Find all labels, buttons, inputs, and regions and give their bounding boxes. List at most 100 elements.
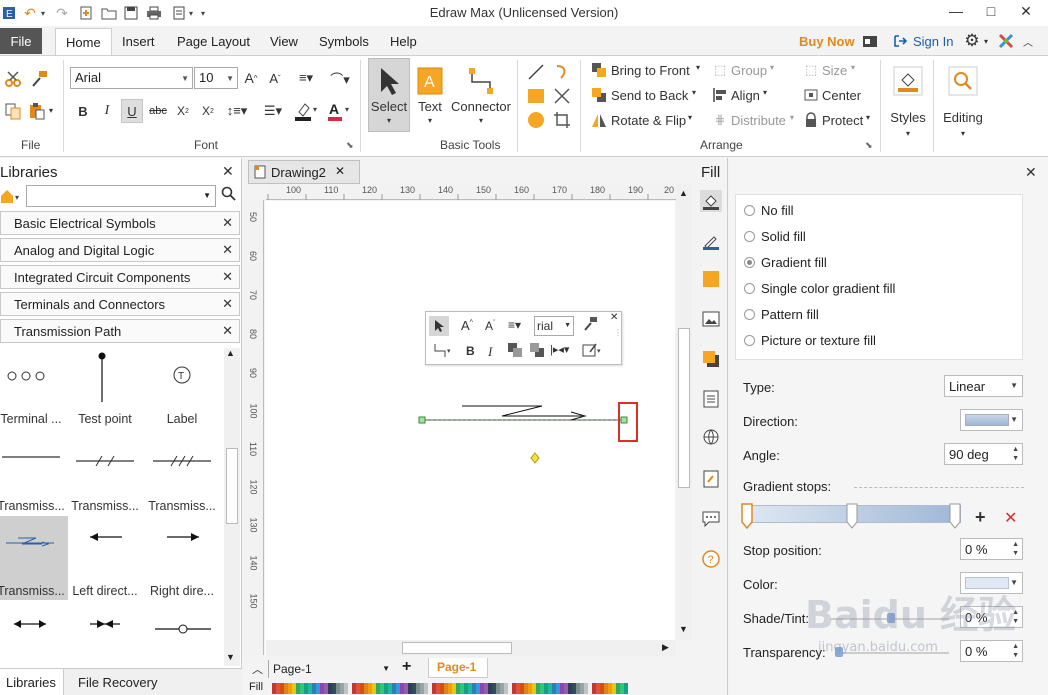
spin-arrows-icon[interactable]: ▲ ▼ bbox=[1012, 445, 1019, 463]
control-point-handle[interactable] bbox=[530, 452, 540, 464]
close-mini-toolbar-icon[interactable]: ✕ bbox=[610, 312, 618, 323]
shape-test-point[interactable]: Test point bbox=[68, 348, 142, 434]
arc-tool-icon[interactable] bbox=[552, 62, 572, 82]
transparency-input[interactable]: 0 % ▲ ▼ bbox=[960, 640, 1023, 662]
scroll-right-icon[interactable]: ▶ bbox=[662, 642, 669, 653]
close-window-button[interactable]: ✕ bbox=[1008, 0, 1044, 22]
tab-libraries[interactable]: Libraries bbox=[6, 675, 56, 690]
font-size-select[interactable]: 10 ▼ bbox=[194, 67, 238, 89]
minimize-button[interactable]: — bbox=[938, 0, 974, 22]
gradient-stop-handle-middle[interactable] bbox=[846, 503, 858, 532]
cut-icon[interactable] bbox=[2, 68, 24, 90]
tab-page-layout[interactable]: Page Layout bbox=[177, 34, 250, 49]
protect-dropdown-icon[interactable]: ▾ bbox=[866, 113, 870, 122]
radio-single-color-gradient[interactable]: Single color gradient fill bbox=[744, 281, 895, 296]
rotate-flip-button[interactable]: Rotate & Flip bbox=[611, 113, 686, 128]
spin-arrows-icon[interactable]: ▲ ▼ bbox=[1012, 642, 1019, 660]
remove-stop-icon[interactable]: ✕ bbox=[1004, 508, 1017, 528]
align-icon[interactable] bbox=[711, 86, 729, 104]
crop-tool-icon[interactable] bbox=[552, 110, 572, 130]
file-menu-tab[interactable]: File bbox=[0, 28, 42, 54]
sign-in-icon[interactable] bbox=[891, 33, 909, 49]
superscript-icon[interactable]: X2 bbox=[198, 101, 218, 121]
scroll-up-icon[interactable]: ▲ bbox=[226, 348, 235, 358]
document-tab[interactable]: Drawing2 ✕ bbox=[248, 160, 360, 184]
vertical-scroll-thumb[interactable] bbox=[678, 328, 690, 488]
distribute-dropdown-icon[interactable]: ▾ bbox=[790, 113, 794, 122]
format-painter-icon[interactable] bbox=[28, 68, 50, 90]
size-dropdown-icon[interactable]: ▾ bbox=[851, 63, 855, 72]
center-icon[interactable] bbox=[802, 86, 820, 104]
tab-view[interactable]: View bbox=[270, 34, 298, 49]
close-fill-panel-icon[interactable]: ✕ bbox=[1025, 164, 1037, 181]
mini-font-select[interactable]: rial ▼ bbox=[534, 316, 574, 336]
mini-italic-icon[interactable]: I bbox=[488, 344, 492, 360]
font-dialog-launcher-icon[interactable]: ⬊ bbox=[346, 140, 354, 151]
center-button[interactable]: Center bbox=[822, 88, 861, 103]
drawing-canvas[interactable] bbox=[265, 201, 675, 655]
tab-symbols[interactable]: Symbols bbox=[319, 34, 369, 49]
shrink-font-icon[interactable]: Aˇ bbox=[266, 68, 284, 88]
direction-select[interactable]: ▼ bbox=[960, 409, 1023, 431]
shadow-panel-icon[interactable] bbox=[700, 348, 722, 370]
group-button[interactable]: Group bbox=[731, 63, 767, 78]
mini-grow-font-icon[interactable]: A^ bbox=[461, 318, 473, 333]
account-card-icon[interactable] bbox=[861, 33, 879, 49]
bring-to-front-button[interactable]: Bring to Front bbox=[611, 63, 690, 78]
connector-tool-button[interactable]: Connector ▾ bbox=[450, 58, 512, 132]
library-category[interactable]: Terminals and Connectors ✕ bbox=[0, 292, 240, 316]
page-tab-active[interactable]: Page-1 bbox=[428, 658, 488, 678]
shape-transmission-3[interactable]: Transmiss... bbox=[145, 435, 219, 521]
tab-file-recovery[interactable]: File Recovery bbox=[78, 675, 157, 690]
bring-to-front-dropdown-icon[interactable]: ▾ bbox=[696, 63, 700, 72]
settings-dropdown-icon[interactable]: ▾ bbox=[982, 36, 990, 46]
ellipse-tool-icon[interactable] bbox=[526, 110, 546, 130]
shape-label[interactable]: T Label bbox=[145, 348, 219, 434]
underline-icon[interactable]: U bbox=[121, 99, 143, 123]
send-to-back-button[interactable]: Send to Back bbox=[611, 88, 688, 103]
image-panel-icon[interactable] bbox=[700, 308, 722, 330]
grow-font-icon[interactable]: A ^ bbox=[242, 68, 260, 88]
mini-bold-icon[interactable]: B bbox=[466, 344, 475, 358]
editing-button[interactable]: Editing ▾ bbox=[938, 60, 988, 144]
radio-solid-fill[interactable]: Solid fill bbox=[744, 229, 806, 244]
canvas-vertical-scrollbar[interactable]: ▲ ▼ bbox=[676, 184, 692, 640]
size-icon[interactable]: ⬚ bbox=[802, 61, 820, 79]
close-icon[interactable]: ✕ bbox=[222, 296, 233, 312]
collapse-ribbon-icon[interactable]: ︿ bbox=[1020, 33, 1036, 49]
horizontal-scroll-thumb[interactable] bbox=[402, 642, 512, 654]
stop-position-input[interactable]: 0 % ▲ ▼ bbox=[960, 538, 1023, 560]
size-button[interactable]: Size bbox=[822, 63, 847, 78]
mini-style-icon[interactable]: ▾ bbox=[582, 342, 604, 361]
color-swatch[interactable] bbox=[624, 683, 628, 694]
theme-colorful-icon[interactable] bbox=[997, 32, 1015, 50]
lock-icon[interactable] bbox=[802, 111, 820, 129]
start-handle[interactable] bbox=[418, 416, 426, 424]
shape-opposing-arrows[interactable] bbox=[68, 603, 142, 643]
radio-pattern-fill[interactable]: Pattern fill bbox=[744, 307, 819, 322]
tab-home[interactable]: Home bbox=[55, 28, 112, 56]
font-name-select[interactable]: Arial ▼ bbox=[70, 67, 193, 89]
styles-button[interactable]: Styles ▾ bbox=[886, 60, 930, 144]
page-select[interactable]: Page-1 ▼ bbox=[268, 660, 392, 678]
library-scroll-thumb[interactable] bbox=[226, 448, 238, 524]
scroll-up-icon[interactable]: ▲ bbox=[679, 188, 688, 198]
group-icon[interactable]: ⬚ bbox=[711, 61, 729, 79]
close-libraries-icon[interactable]: ✕ bbox=[222, 163, 234, 180]
mini-send-back-icon[interactable] bbox=[529, 342, 545, 361]
mini-select-icon[interactable] bbox=[429, 316, 449, 336]
align-button[interactable]: Align bbox=[731, 88, 760, 103]
library-category[interactable]: Transmission Path ✕ bbox=[0, 319, 240, 343]
close-icon[interactable]: ✕ bbox=[222, 215, 233, 231]
library-home-icon[interactable]: ▾ bbox=[0, 187, 24, 205]
arrange-dialog-launcher-icon[interactable]: ⬊ bbox=[865, 140, 873, 151]
shape-line-with-node[interactable] bbox=[145, 603, 219, 643]
comment-icon[interactable] bbox=[700, 508, 722, 530]
line-tool-icon[interactable] bbox=[526, 62, 546, 82]
help-icon[interactable]: ? bbox=[700, 548, 722, 570]
library-category[interactable]: Integrated Circuit Components ✕ bbox=[0, 265, 240, 289]
canvas-horizontal-scrollbar[interactable]: ▶ bbox=[266, 640, 676, 656]
library-scrollbar[interactable]: ▲ ▼ bbox=[224, 348, 240, 666]
buy-now-link[interactable]: Buy Now bbox=[799, 34, 855, 49]
strikethrough-icon[interactable]: abc bbox=[148, 101, 168, 121]
